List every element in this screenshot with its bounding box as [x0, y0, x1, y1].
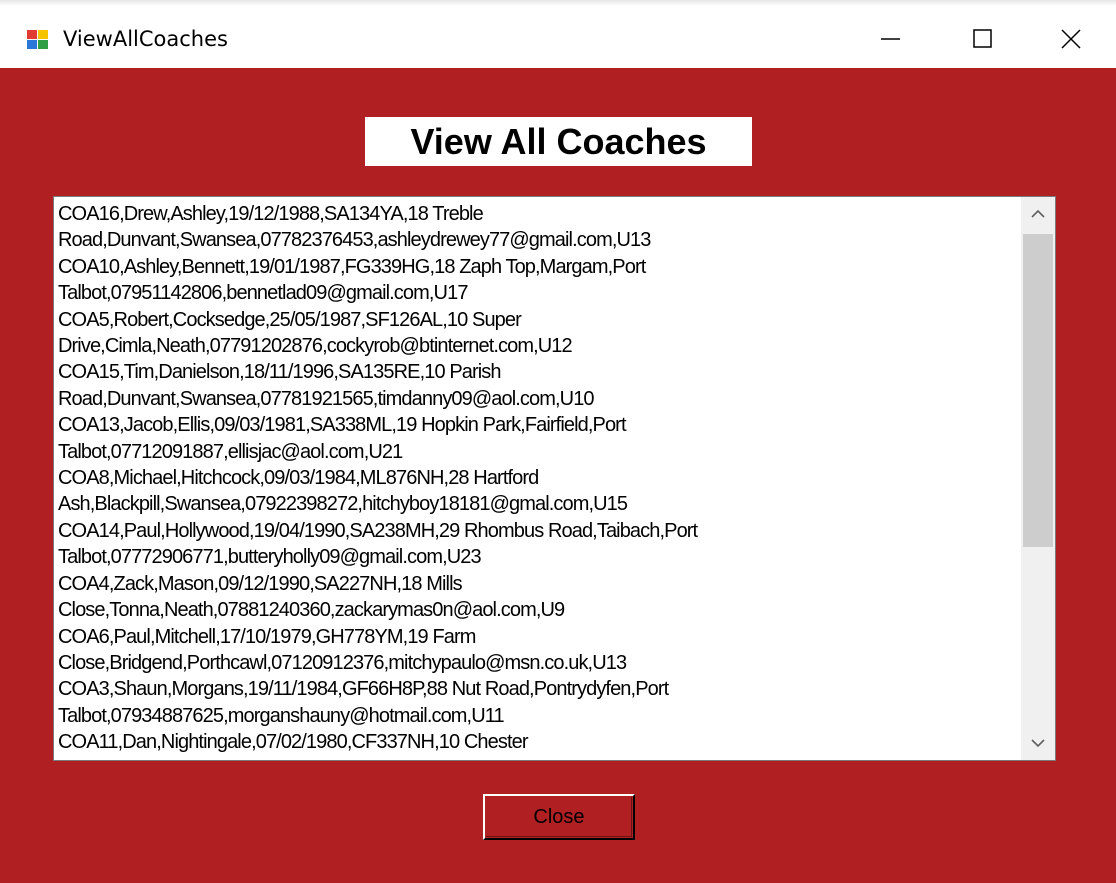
coach-list-line: Talbot,07772906771,butteryholly09@gmail.… [58, 546, 482, 569]
coach-list-line: Road,Dunvant,Swansea,07782376453,ashleyd… [58, 229, 651, 252]
coach-list-line: COA5,Robert,Cocksedge,25/05/1987,SF126AL… [58, 308, 522, 331]
coach-list-line: Ash,Blackpill,Swansea,07922398272,hitchy… [58, 493, 628, 516]
coach-list-line: Talbot,07951142806,bennetlad09@gmail.com… [58, 282, 468, 305]
close-button[interactable]: Close [483, 794, 635, 840]
scrollbar-thumb[interactable] [1023, 234, 1053, 547]
title-bar: ViewAllCoaches [0, 0, 1116, 68]
maximize-button[interactable] [953, 16, 1013, 62]
coach-list-line: COA15,Tim,Danielson,18/11/1996,SA135RE,1… [58, 361, 502, 384]
coach-list-textbox[interactable]: COA16,Drew,Ashley,19/12/1988,SA134YA,18 … [53, 196, 1056, 761]
coach-list-line: COA6,Paul,Mitchell,17/10/1979,GH778YM,19… [58, 625, 476, 648]
coach-list-line: COA11,Dan,Nightingale,07/02/1980,CF337NH… [58, 731, 528, 754]
coach-list-line: COA8,Michael,Hitchcock,09/03/1984,ML876N… [58, 467, 539, 490]
scroll-up-button[interactable] [1021, 197, 1055, 231]
coach-list-line: COA14,Paul,Hollywood,19/04/1990,SA238MH,… [58, 519, 698, 542]
app-icon[interactable] [27, 30, 49, 50]
window-title: ViewAllCoaches [63, 27, 228, 51]
minimize-button[interactable] [861, 16, 921, 62]
background-window-edge [0, 0, 1116, 6]
maximize-icon [973, 29, 992, 48]
coach-list-line: Close,Tonna,Neath,07881240360,zackarymas… [58, 599, 565, 622]
coach-list-line: COA13,Jacob,Ellis,09/03/1981,SA338ML,19 … [58, 414, 627, 437]
window-close-button[interactable] [1041, 16, 1101, 62]
coach-list-line: COA4,Zack,Mason,09/12/1990,SA227NH,18 Mi… [58, 572, 463, 595]
coach-list-line: Road,Dunvant,Swansea,07781921565,timdann… [58, 387, 595, 410]
coach-list-content[interactable]: COA16,Drew,Ashley,19/12/1988,SA134YA,18 … [58, 201, 1016, 756]
coach-list-line: Drive,Cimla,Neath,07791202876,cockyrob@b… [58, 335, 573, 358]
vertical-scrollbar[interactable] [1021, 197, 1055, 760]
scroll-up-icon [1031, 209, 1045, 218]
coach-list-line: COA16,Drew,Ashley,19/12/1988,SA134YA,18 … [58, 203, 484, 225]
scroll-down-icon [1031, 739, 1045, 748]
close-icon [1061, 29, 1081, 49]
coach-list-line: Talbot,07712091887,ellisjac@aol.com,U21 [58, 440, 403, 463]
coach-list-line: Close,Bridgend,Porthcawl,07120912376,mit… [58, 651, 627, 674]
close-button-bevel [486, 797, 632, 837]
page-title: View All Coaches [365, 117, 752, 166]
coach-list-line: COA10,Ashley,Bennett,19/01/1987,FG339HG,… [58, 255, 646, 278]
minimize-icon [881, 38, 900, 40]
coach-list-line: Talbot,07934887625,morganshauny@hotmail.… [58, 704, 505, 727]
scroll-down-button[interactable] [1021, 726, 1055, 760]
coach-list-line: COA3,Shaun,Morgans,19/11/1984,GF66H8P,88… [58, 678, 669, 701]
